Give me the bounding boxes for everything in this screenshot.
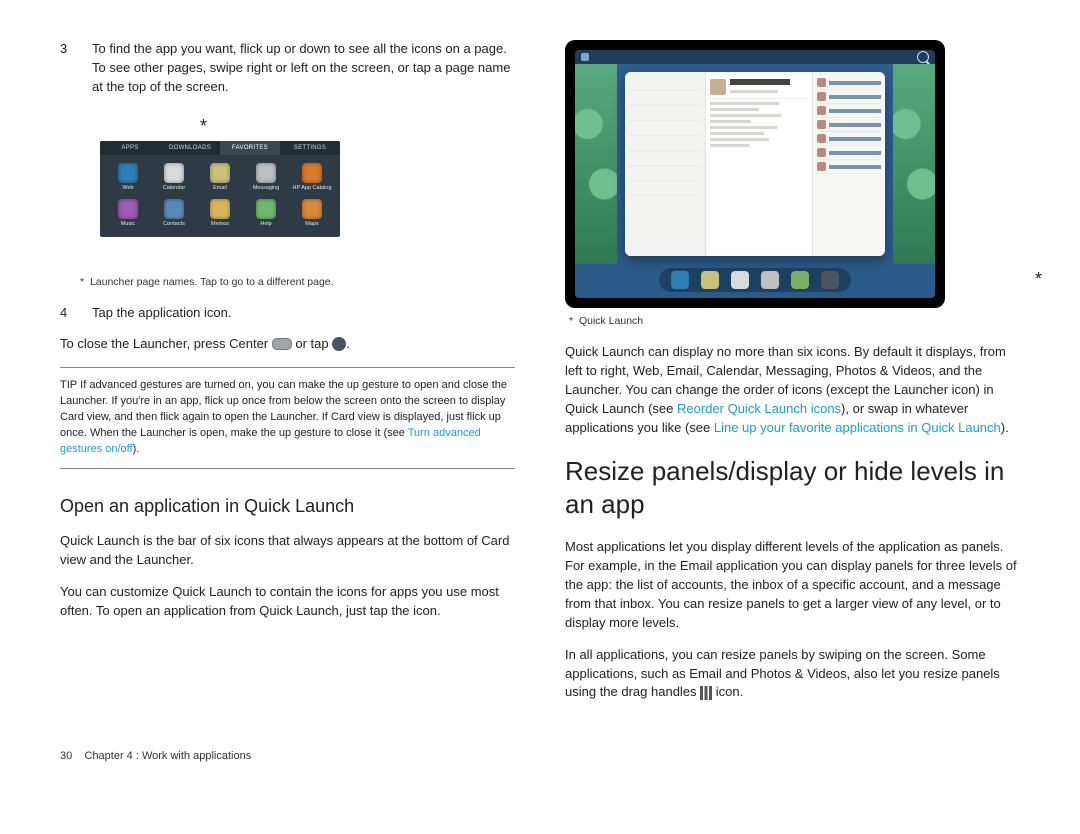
page-number: 30 (60, 750, 72, 762)
app-label: Music (121, 221, 135, 229)
launcher-app: Email (200, 163, 240, 193)
launcher-app: Memos (200, 199, 240, 229)
launcher-tab: APPS (100, 141, 160, 156)
quick-launch-detail: Quick Launch can display no more than si… (565, 343, 1020, 437)
figure-1-asterisk: * (200, 113, 207, 139)
launcher-app: Help (246, 199, 286, 229)
step-4-number: 4 (60, 304, 72, 323)
contacts-mini-list (812, 72, 885, 256)
search-icon (917, 51, 929, 63)
launcher-round-icon (332, 337, 346, 351)
quick-launch-para-1: Quick Launch is the bar of six icons tha… (60, 532, 515, 570)
app-icon (118, 163, 138, 183)
contact-detail-pane (706, 72, 812, 256)
avatar (710, 79, 726, 95)
section-title-quick-launch: Open an application in Quick Launch (60, 493, 515, 519)
launcher-app: Messaging (246, 163, 286, 193)
launcher-app: Web (108, 163, 148, 193)
launcher-tab: SETTINGS (280, 141, 340, 156)
tablet-wallpaper-left (575, 64, 617, 264)
figure-1-caption: * Launcher page names. Tap to go to a di… (80, 275, 515, 290)
section-title-resize-panels: Resize panels/display or hide levels in … (565, 455, 1020, 520)
quick-launch-icon (701, 271, 719, 289)
caption-asterisk: * (569, 315, 573, 327)
caption-text: Launcher page names. Tap to go to a diff… (90, 276, 334, 288)
step-4-text: Tap the application icon. (92, 304, 515, 323)
app-label: HP App Catalog (292, 185, 331, 193)
tip-box: TIP If advanced gestures are turned on, … (60, 367, 515, 469)
tablet-screenshot (565, 40, 945, 308)
launcher-tab: DOWNLOADS (160, 141, 220, 156)
contacts-list-pane (625, 72, 706, 256)
close-launcher-text: To close the Launcher, press Center or t… (60, 335, 515, 354)
app-label: Contacts (163, 221, 185, 229)
app-icon (210, 163, 230, 183)
app-label: Email (213, 185, 227, 193)
app-icon (164, 163, 184, 183)
launcher-app: HP App Catalog (292, 163, 332, 193)
center-button-icon (272, 338, 292, 350)
caption-text: Quick Launch (579, 315, 643, 327)
tablet-statusbar (575, 50, 935, 64)
launcher-tab: FAVORITES (220, 141, 280, 156)
drag-handle-icon (700, 686, 712, 700)
figure-2-asterisk: * (1035, 266, 1042, 292)
tip-body-2: ). (133, 443, 140, 455)
launcher-screenshot: APPSDOWNLOADSFAVORITESSETTINGS Web Calend… (100, 141, 340, 238)
launcher-app: Contacts (154, 199, 194, 229)
app-label: Web (122, 185, 133, 193)
figure-tablet: * (565, 40, 1020, 308)
app-icon (210, 199, 230, 219)
launcher-app: Maps (292, 199, 332, 229)
app-label: Help (260, 221, 271, 229)
step-3: 3 To find the app you want, flick up or … (60, 40, 515, 97)
step-4: 4 Tap the application icon. (60, 304, 515, 323)
tablet-wallpaper-right (893, 64, 935, 264)
caption-asterisk: * (80, 276, 84, 288)
contact-name (730, 79, 790, 85)
footer-text: Chapter 4 : Work with applications (84, 750, 251, 762)
link-reorder-ql[interactable]: Reorder Quick Launch icons (677, 401, 841, 416)
app-icon (164, 199, 184, 219)
app-icon (302, 163, 322, 183)
launcher-app: Music (108, 199, 148, 229)
page-footer: 30 Chapter 4 : Work with applications (60, 749, 1020, 765)
resize-panels-para-2: In all applications, you can resize pane… (565, 646, 1020, 703)
app-label: Messaging (253, 185, 280, 193)
quick-launch-icon (761, 271, 779, 289)
app-icon (256, 163, 276, 183)
app-label: Calendar (163, 185, 185, 193)
app-icon (118, 199, 138, 219)
resize-panels-para-1: Most applications let you display differ… (565, 538, 1020, 632)
app-icon (256, 199, 276, 219)
contacts-card (625, 72, 885, 256)
app-label: Memos (211, 221, 229, 229)
launcher-app: Calendar (154, 163, 194, 193)
figure-launcher: * APPSDOWNLOADSFAVORITESSETTINGS Web Cale… (80, 109, 515, 269)
quick-launch-icon (671, 271, 689, 289)
quick-launch-icon (731, 271, 749, 289)
quick-launch-icon (791, 271, 809, 289)
tip-label: TIP (60, 379, 77, 391)
quick-launch-bar (659, 268, 851, 292)
launcher-grid: Web Calendar Email Messaging HP App Catalog M… (100, 155, 340, 237)
app-icon (302, 199, 322, 219)
launcher-tabs: APPSDOWNLOADSFAVORITESSETTINGS (100, 141, 340, 156)
figure-2-caption: * Quick Launch (569, 314, 1020, 329)
step-3-number: 3 (60, 40, 72, 97)
step-3-text: To find the app you want, flick up or do… (92, 40, 515, 97)
quick-launch-para-2: You can customize Quick Launch to contai… (60, 583, 515, 621)
app-label: Maps (305, 221, 318, 229)
quick-launch-icon (821, 271, 839, 289)
link-lineup-ql[interactable]: Line up your favorite applications in Qu… (714, 420, 1001, 435)
